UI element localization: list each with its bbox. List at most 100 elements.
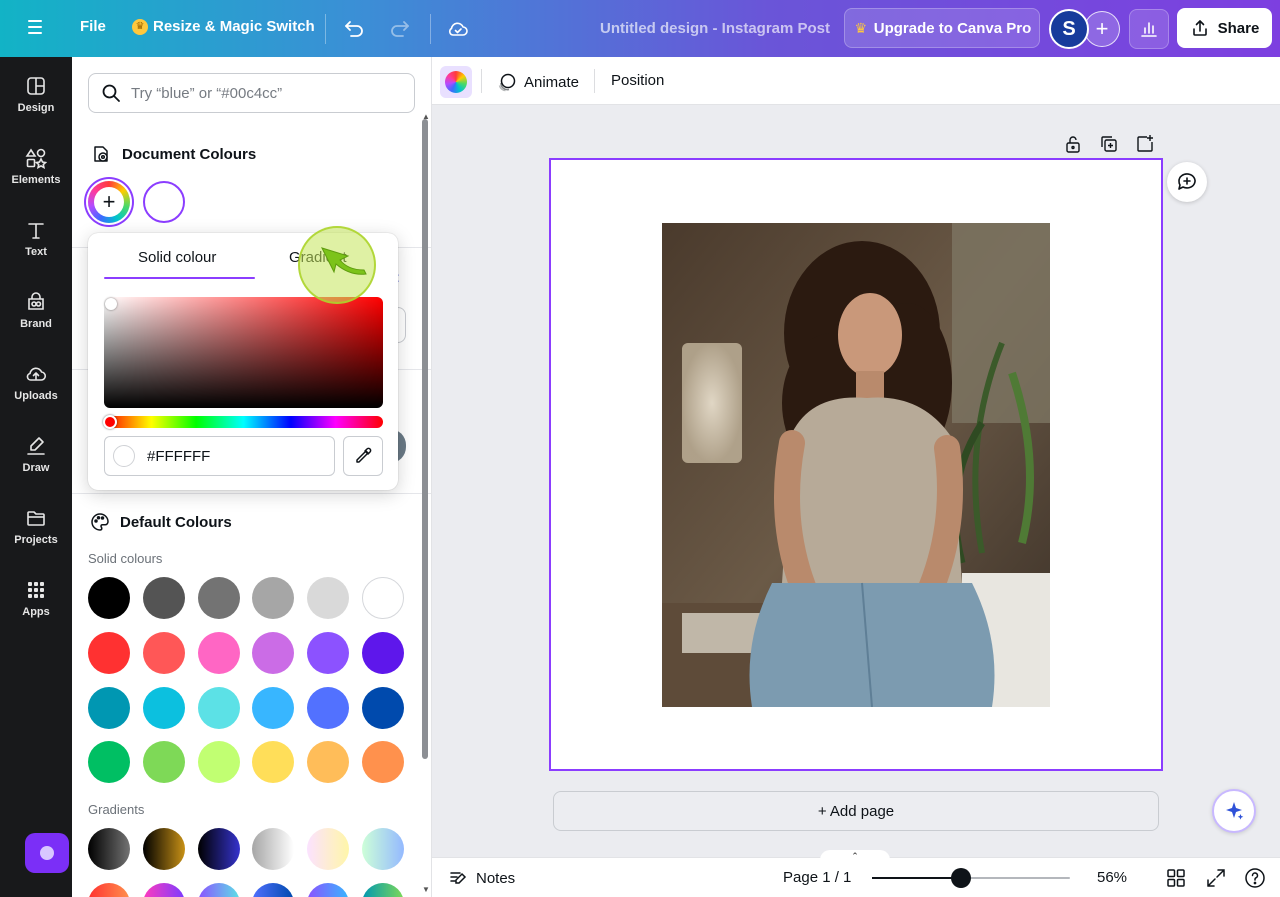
rail-item-uploads[interactable]: Uploads [0,363,72,427]
colour-swatch[interactable] [307,741,350,784]
colour-swatch[interactable] [88,577,130,619]
eyedropper-button[interactable] [343,436,383,476]
insights-button[interactable] [1129,9,1169,49]
document-colours-heading: Document Colours [90,143,256,165]
undo-icon[interactable] [342,16,368,42]
colour-swatch[interactable] [197,577,240,619]
colour-swatch[interactable] [362,741,404,784]
saturation-brightness-area[interactable] [104,297,383,408]
colour-swatch[interactable] [142,631,185,674]
avatar[interactable]: S [1049,9,1089,49]
notes-icon [450,872,467,884]
resize-magic-switch-button[interactable]: ♛ Resize & Magic Switch [132,18,315,35]
gradient-swatch[interactable] [88,828,130,870]
hue-slider[interactable] [103,415,383,429]
colour-swatch[interactable] [307,577,350,619]
colour-swatch[interactable] [197,686,240,729]
add-page-button[interactable]: + Add page [553,791,1159,831]
scroll-down-arrow[interactable]: ▼ [422,885,430,894]
gradient-swatch[interactable] [142,883,185,897]
add-comment-button[interactable] [1167,162,1207,202]
colour-swatch[interactable] [197,741,240,784]
hex-input[interactable]: #FFFFFF [104,436,335,476]
add-page-icon[interactable] [1135,134,1155,154]
gradient-swatch[interactable] [197,883,240,897]
magic-button[interactable] [25,833,69,873]
gradient-swatch[interactable] [252,828,295,870]
colour-swatch[interactable] [197,631,240,674]
colour-swatch[interactable] [88,741,130,784]
animate-icon [498,73,516,92]
default-colours-title: Default Colours [120,513,232,531]
magic-icon [40,846,54,860]
document-title[interactable]: Untitled design - Instagram Post [600,20,830,37]
colour-swatch[interactable] [142,686,185,729]
colour-swatch[interactable] [307,686,350,729]
grid-view-icon[interactable] [1165,867,1187,889]
colour-swatch[interactable] [88,686,130,729]
gradient-swatch[interactable] [362,883,404,897]
colour-swatch[interactable] [88,631,130,674]
zoom-slider-handle[interactable] [951,868,972,888]
upgrade-pro-button[interactable]: ♛ Upgrade to Canva Pro [844,8,1040,48]
search-icon [102,84,120,102]
colour-swatch[interactable] [362,686,404,729]
gradient-swatch[interactable] [142,828,185,870]
animate-button[interactable]: Animate [496,71,579,93]
tab-solid-colour[interactable]: Solid colour [138,249,216,266]
magic-assistant-button[interactable] [1212,789,1256,833]
divider [481,69,482,93]
colour-swatch[interactable] [362,631,404,674]
colour-swatch[interactable] [307,631,350,674]
rail-item-elements[interactable]: Elements [0,147,72,211]
share-button[interactable]: Share [1177,8,1272,48]
colour-swatch[interactable] [142,741,185,784]
document-colours-title: Document Colours [122,145,257,163]
colour-search-input[interactable]: Try “blue” or “#00c4cc” [88,73,415,113]
redo-icon[interactable] [388,16,414,42]
add-colour-button[interactable]: + [88,181,130,223]
rail-item-brand[interactable]: Brand [0,291,72,355]
left-rail: Design Elements Text Brand Uploads Draw … [0,57,72,897]
gradient-swatch[interactable] [307,828,350,870]
colour-swatch[interactable] [252,741,295,784]
background-colour-button[interactable] [440,66,472,98]
add-collaborator-button[interactable]: + [1084,11,1120,47]
duplicate-page-icon[interactable] [1099,134,1119,154]
rail-item-design[interactable]: Design [0,75,72,139]
document-colour-swatch[interactable] [143,181,185,223]
rail-item-apps[interactable]: Apps [0,579,72,643]
colour-swatch[interactable] [252,686,295,729]
rail-item-draw[interactable]: Draw [0,435,72,499]
apps-icon [28,582,44,598]
cloud-saved-icon[interactable] [446,16,472,42]
rail-item-projects[interactable]: Projects [0,507,72,571]
woman-photo-image[interactable] [662,223,1050,707]
lock-icon[interactable] [1063,134,1083,154]
gradient-swatch[interactable] [88,883,130,897]
panel-scrollbar[interactable] [422,119,428,759]
chevron-up-icon[interactable]: ⌃ [820,850,890,864]
rail-item-text[interactable]: Text [0,219,72,283]
gradient-swatch[interactable] [252,883,295,897]
position-button[interactable]: Position [611,72,664,89]
colour-swatch[interactable] [362,577,404,619]
file-menu-button[interactable]: File [80,18,106,35]
gradient-swatch[interactable] [197,828,240,870]
colour-swatch[interactable] [142,577,185,619]
menu-icon[interactable] [22,16,50,40]
notes-button[interactable]: Notes [448,868,515,888]
rail-label: Design [17,102,55,114]
draw-icon [27,437,45,455]
zoom-level[interactable]: 56% [1097,869,1127,886]
gradient-swatch[interactable] [362,828,404,870]
colour-swatch[interactable] [252,631,295,674]
fullscreen-icon[interactable] [1205,867,1227,889]
crown-icon: ♛ [854,19,868,36]
page-indicator[interactable]: Page 1 / 1 [783,869,851,886]
saturation-handle[interactable] [105,298,117,310]
hue-handle[interactable] [103,415,117,429]
colour-swatch[interactable] [252,577,295,619]
help-icon[interactable] [1244,867,1266,889]
gradient-swatch[interactable] [307,883,350,897]
